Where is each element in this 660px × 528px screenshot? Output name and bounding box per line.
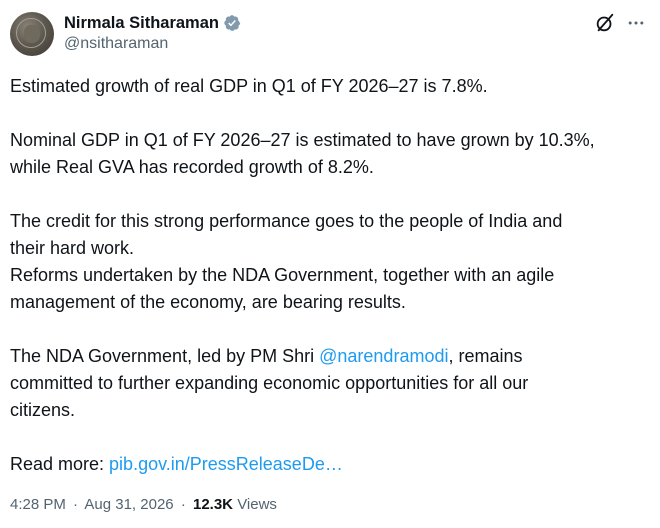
mention-link[interactable]: @narendramodi [319,346,448,366]
tweet-line: their hard work. [10,238,135,258]
grok-slash-circle-icon[interactable] [594,12,616,34]
meta-separator: · [73,496,79,513]
tweet-line: Read more: pib.gov.in/PressReleaseDe… [10,451,650,478]
tweet-text-segment: , remains [448,346,523,366]
tweet-time[interactable]: 4:28 PM [10,496,66,513]
read-more-label: Read more: [10,454,110,474]
views-label: Views [237,496,277,513]
tweet-line: Reforms undertaken by the NDA Government… [10,265,555,285]
tweet-line: Nominal GDP in Q1 of FY 2026–27 is estim… [10,130,595,150]
tweet-meta: 4:28 PM · Aug 31, 2026 · 12.3K Views [10,496,277,513]
tweet-line: The credit for this strong performance g… [10,211,563,231]
tweet-date[interactable]: Aug 31, 2026 [84,496,173,513]
author-name-row: Nirmala Sitharaman [64,12,241,34]
author-handle[interactable]: @nsitharaman [64,35,168,53]
tweet-line: The NDA Government, led by PM Shri @nare… [10,343,650,370]
tweet-text-segment: The NDA Government, led by PM Shri [10,346,320,366]
verified-badge-icon [224,15,241,31]
meta-separator: · [180,496,186,513]
more-horizontal-icon[interactable] [626,12,646,34]
tweet-line: management of the economy, are bearing r… [10,292,406,312]
tweet-line: Estimated growth of real GDP in Q1 of FY… [10,76,488,96]
author-display-name[interactable]: Nirmala Sitharaman [64,14,219,33]
avatar[interactable] [10,12,54,56]
tweet-card: Nirmala Sitharaman @nsitharaman Estimate… [0,0,660,528]
tweet-line: committed to further expanding economic … [10,373,529,393]
press-release-link[interactable]: pib.gov.in/PressReleaseDe… [109,454,343,474]
avatar-coin-figure [24,25,40,43]
tweet-line: citizens. [10,400,76,420]
tweet-text: Estimated growth of real GDP in Q1 of FY… [10,73,650,478]
views-count: 12.3K [192,496,234,513]
tweet-line: while Real GVA has recorded growth of 8.… [10,157,374,177]
